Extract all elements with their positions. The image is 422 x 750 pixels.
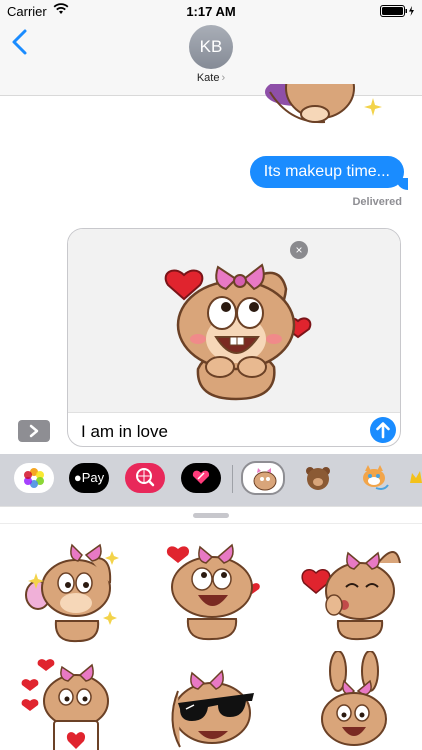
sticker-bunny-makeup[interactable] [16,533,126,643]
app-strip-divider [232,465,233,493]
contact-name-button[interactable]: Kate › [0,72,422,84]
contact-name: Kate [196,72,220,84]
send-button[interactable] [370,417,396,443]
sticker-bunny-sunglasses[interactable] [156,651,266,750]
crown-sticker-app-icon[interactable] [408,463,422,493]
sticker-drawer[interactable] [0,506,422,750]
conversation-header: Carrier 1:17 AM KB Kate › [0,0,422,96]
outgoing-message-bubble[interactable]: Its makeup time... [249,156,404,188]
delivery-status: Delivered [352,196,402,208]
staged-sticker-bunny-in-love [164,263,312,401]
bunny-sticker-app-icon[interactable] [241,461,285,495]
chevron-right-icon: › [221,72,226,84]
battery-icon [380,5,414,17]
message-composer[interactable]: × I am in love [67,228,401,447]
digital-touch-app-icon[interactable] [181,463,221,493]
bear-sticker-app-icon[interactable] [298,463,338,493]
drawer-grabber-handle[interactable] [193,513,229,518]
avatar-initials: KB [199,37,223,56]
back-chevron-icon[interactable] [10,28,30,56]
clock: 1:17 AM [186,4,236,19]
photos-app-icon[interactable] [14,463,54,493]
remove-sticker-button[interactable]: × [290,241,308,259]
message-text-field[interactable]: I am in love [81,422,168,442]
contact-avatar[interactable]: KB [189,25,233,69]
drawer-divider [0,523,422,524]
sticker-staging-area: × [68,229,400,413]
apple-pay-label: Pay [81,470,105,485]
sticker-bunny-in-love[interactable] [156,531,266,641]
status-bar: Carrier 1:17 AM [0,0,422,22]
chevron-right-icon [29,424,39,438]
apple-logo-icon: ● [73,470,82,485]
sent-sticker[interactable] [240,84,390,134]
apple-pay-app-icon[interactable]: ●Pay [69,463,109,493]
imessage-app-strip[interactable]: ●Pay [0,454,422,506]
app-drawer-toggle-button[interactable] [18,420,50,442]
sticker-bunny-kiss[interactable] [298,533,408,643]
arrow-up-icon [376,422,390,439]
cat-sticker-app-icon[interactable] [354,463,394,493]
sticker-bunny-heart-sign[interactable] [16,651,126,750]
image-search-app-icon[interactable] [125,463,165,493]
sticker-bunny-happy[interactable] [298,651,408,750]
